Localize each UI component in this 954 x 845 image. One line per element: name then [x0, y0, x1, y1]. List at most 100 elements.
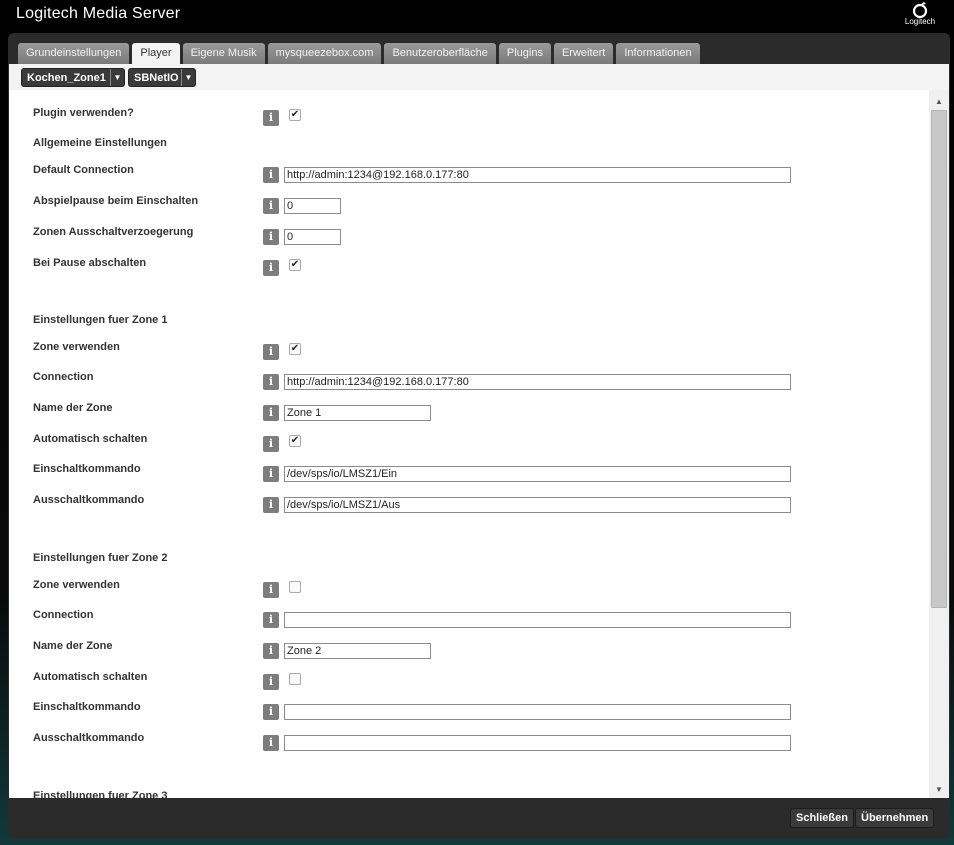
row-zone1-use: Zone verwenden i ✔ — [33, 341, 913, 361]
row-zone2-auto: Automatisch schalten i — [33, 671, 913, 691]
info-icon[interactable]: i — [263, 436, 279, 452]
tab-mysqueezebox[interactable]: mysqueezebox.com — [267, 43, 382, 64]
app-title-product: Media Server — [82, 5, 181, 22]
row-zone1-on-cmd: Einschaltkommando i — [33, 463, 913, 483]
settings-tabs: Grundeinstellungen Player Eigene Musik m… — [18, 43, 703, 65]
row-zone2-name: Name der Zone i — [33, 640, 913, 660]
settings-window: Grundeinstellungen Player Eigene Musik m… — [8, 33, 950, 839]
label-default-connection: Default Connection — [33, 164, 134, 176]
scrollbar[interactable]: ▲ ▼ — [929, 90, 949, 798]
label-off-on-pause: Bei Pause abschalten — [33, 257, 147, 269]
info-icon[interactable]: i — [263, 374, 279, 390]
checkbox-plugin-enable[interactable]: ✔ — [289, 109, 301, 121]
input-zone1-connection[interactable] — [284, 374, 791, 390]
info-icon[interactable]: i — [263, 167, 279, 183]
heading-zone1: Einstellungen fuer Zone 1 — [33, 314, 168, 326]
row-zone2-off-cmd: Ausschaltkommando i — [33, 732, 913, 752]
plugin-select[interactable]: SBNetIO ▼ — [128, 68, 196, 87]
scroll-down-icon[interactable]: ▼ — [929, 782, 949, 798]
scroll-up-icon[interactable]: ▲ — [929, 94, 949, 110]
row-off-on-pause: Bei Pause abschalten i ✔ — [33, 257, 913, 277]
tab-information[interactable]: Informationen — [616, 43, 700, 64]
row-zone1-off-cmd: Ausschaltkommando i — [33, 494, 913, 514]
row-zone1-name: Name der Zone i — [33, 402, 913, 422]
input-zone2-on-cmd[interactable] — [284, 704, 791, 720]
info-icon[interactable]: i — [263, 198, 279, 214]
label-zone1-use: Zone verwenden — [33, 341, 120, 353]
label-startup-delay: Abspielpause beim Einschalten — [33, 195, 199, 207]
close-button[interactable]: Schließen — [790, 808, 854, 828]
apply-button[interactable]: Übernehmen — [855, 808, 935, 828]
tab-interface[interactable]: Benutzeroberfläche — [384, 43, 496, 64]
input-zone1-off-cmd[interactable] — [284, 497, 791, 513]
info-icon[interactable]: i — [263, 704, 279, 720]
tab-player[interactable]: Player — [132, 43, 180, 65]
chevron-down-icon: ▼ — [181, 69, 195, 86]
label-zone1-on-cmd: Einschaltkommando — [33, 463, 141, 475]
heading-general: Allgemeine Einstellungen — [33, 137, 167, 149]
info-icon[interactable]: i — [263, 260, 279, 276]
row-zone2-connection: Connection i — [33, 609, 913, 629]
input-zone2-connection[interactable] — [284, 612, 791, 628]
info-icon[interactable]: i — [263, 344, 279, 360]
player-select-value: Kochen_Zone1 — [27, 72, 106, 84]
label-zone-off-delay: Zonen Ausschaltverzoegerung — [33, 226, 194, 238]
label-zone2-off-cmd: Ausschaltkommando — [33, 732, 145, 744]
app-header: Logitech Media Server Logitech — [0, 0, 954, 34]
checkbox-zone2-use[interactable] — [289, 581, 301, 593]
input-default-connection[interactable] — [284, 167, 791, 183]
info-icon[interactable]: i — [263, 643, 279, 659]
label-zone2-connection: Connection — [33, 609, 94, 621]
tab-my-music[interactable]: Eigene Musik — [182, 43, 265, 64]
plugin-select-value: SBNetIO — [134, 72, 179, 84]
info-icon[interactable]: i — [263, 405, 279, 421]
row-zone-off-delay: Zonen Ausschaltverzoegerung i — [33, 226, 913, 246]
heading-zone3: Einstellungen fuer Zone 3 — [33, 790, 168, 798]
dialog-footer: Schließen Übernehmen — [9, 798, 949, 838]
info-icon[interactable]: i — [263, 229, 279, 245]
label-plugin-enable: Plugin verwenden? — [33, 107, 134, 119]
player-select[interactable]: Kochen_Zone1 ▼ — [21, 68, 125, 87]
player-bar: Kochen_Zone1 ▼ SBNetIO ▼ — [9, 64, 949, 90]
checkbox-zone1-use[interactable]: ✔ — [289, 343, 301, 355]
info-icon[interactable]: i — [263, 466, 279, 482]
checkbox-zone1-auto[interactable]: ✔ — [289, 435, 301, 447]
checkbox-zone2-auto[interactable] — [289, 673, 301, 685]
info-icon[interactable]: i — [263, 674, 279, 690]
scrollbar-thumb[interactable] — [931, 110, 947, 608]
label-zone1-auto: Automatisch schalten — [33, 433, 148, 445]
label-zone2-auto: Automatisch schalten — [33, 671, 148, 683]
info-icon[interactable]: i — [263, 110, 279, 126]
tab-plugins[interactable]: Plugins — [498, 43, 551, 64]
info-icon[interactable]: i — [263, 735, 279, 751]
label-zone2-use: Zone verwenden — [33, 579, 120, 591]
settings-content: Plugin verwenden? i ✔ Allgemeine Einstel… — [9, 90, 949, 798]
info-icon[interactable]: i — [263, 612, 279, 628]
info-icon[interactable]: i — [263, 582, 279, 598]
input-zone1-on-cmd[interactable] — [284, 466, 791, 482]
logitech-logo-icon — [912, 2, 928, 18]
label-zone1-connection: Connection — [33, 371, 94, 383]
heading-zone2: Einstellungen fuer Zone 2 — [33, 552, 168, 564]
input-startup-delay[interactable] — [284, 198, 341, 214]
row-zone2-use: Zone verwenden i — [33, 579, 913, 599]
logitech-logo: Logitech — [900, 2, 940, 30]
input-zone2-off-cmd[interactable] — [284, 735, 791, 751]
tab-advanced[interactable]: Erweitert — [553, 43, 614, 64]
row-default-connection: Default Connection i — [33, 164, 913, 184]
label-zone1-name: Name der Zone — [33, 402, 113, 414]
tab-basic-settings[interactable]: Grundeinstellungen — [18, 43, 130, 64]
row-startup-delay: Abspielpause beim Einschalten i — [33, 195, 913, 215]
label-zone2-on-cmd: Einschaltkommando — [33, 701, 141, 713]
input-zone2-name[interactable] — [284, 643, 431, 659]
info-icon[interactable]: i — [263, 497, 279, 513]
input-zone-off-delay[interactable] — [284, 229, 341, 245]
app-title-brand: Logitech — [16, 5, 79, 22]
checkbox-off-on-pause[interactable]: ✔ — [289, 259, 301, 271]
row-zone1-connection: Connection i — [33, 371, 913, 391]
logo-text: Logitech — [904, 17, 936, 26]
row-zone1-auto: Automatisch schalten i ✔ — [33, 433, 913, 453]
row-plugin-enable: Plugin verwenden? i ✔ — [33, 107, 913, 127]
input-zone1-name[interactable] — [284, 405, 431, 421]
chevron-down-icon: ▼ — [110, 69, 124, 86]
